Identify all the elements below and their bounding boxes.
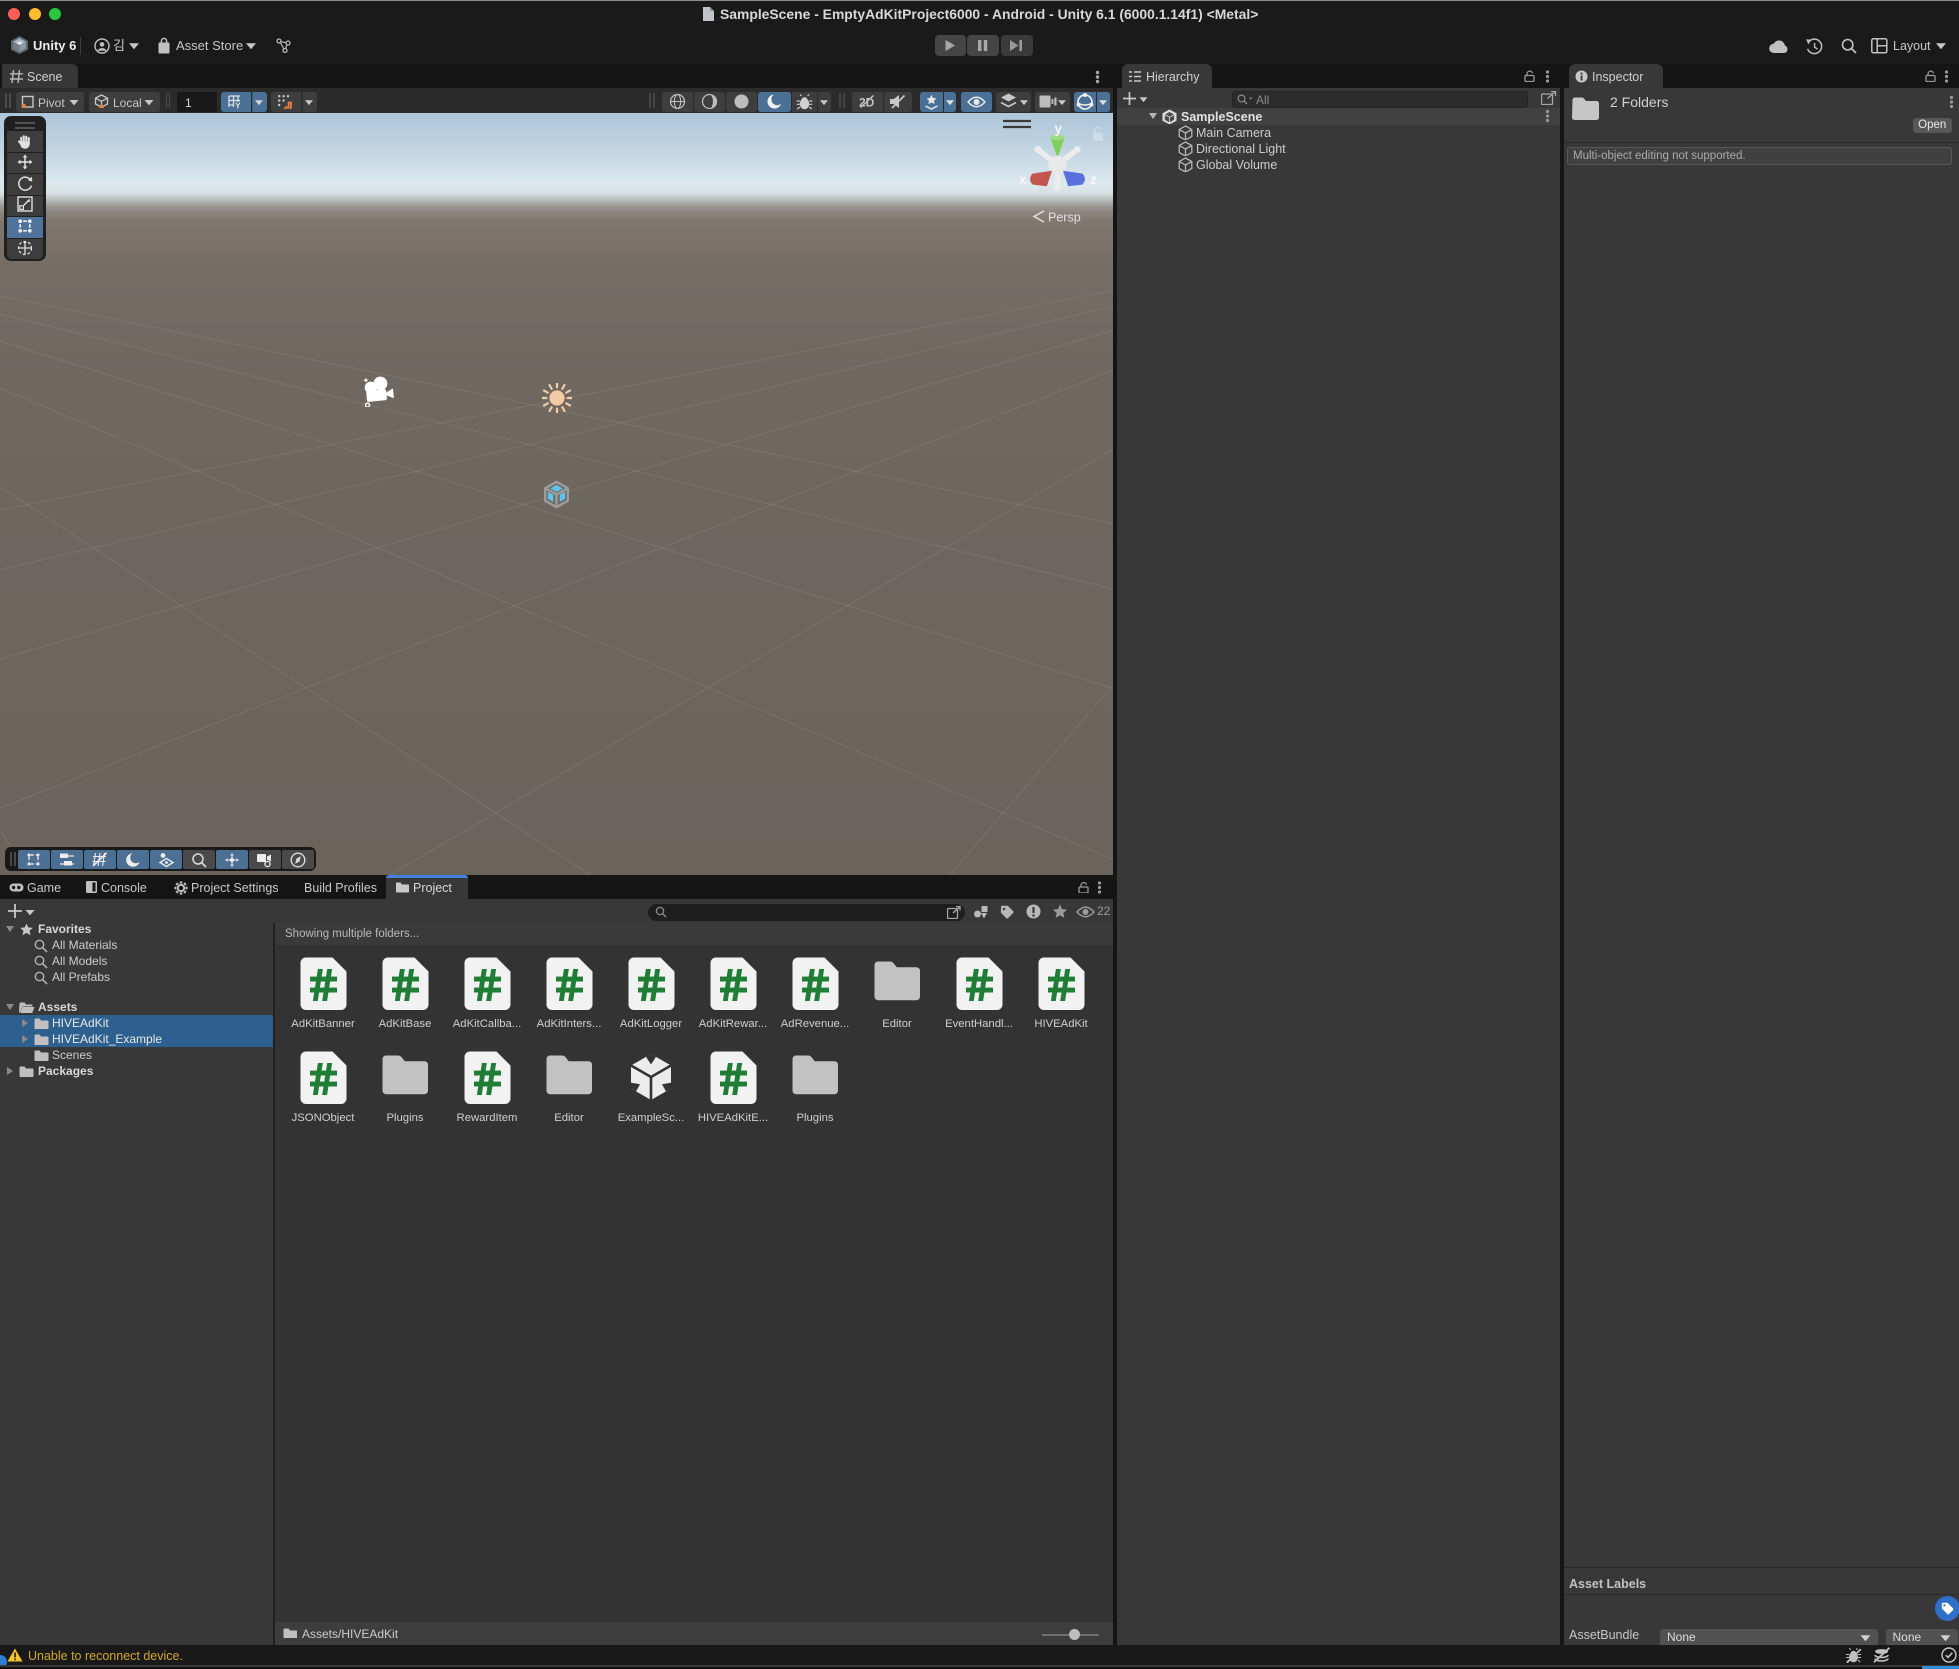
svg-text:Persp: Persp — [1048, 211, 1081, 225]
svg-text:y: y — [1055, 121, 1063, 136]
svg-text:Y: Y — [235, 101, 241, 110]
svg-text:z: z — [1090, 172, 1097, 187]
svg-text:x: x — [1019, 172, 1027, 187]
